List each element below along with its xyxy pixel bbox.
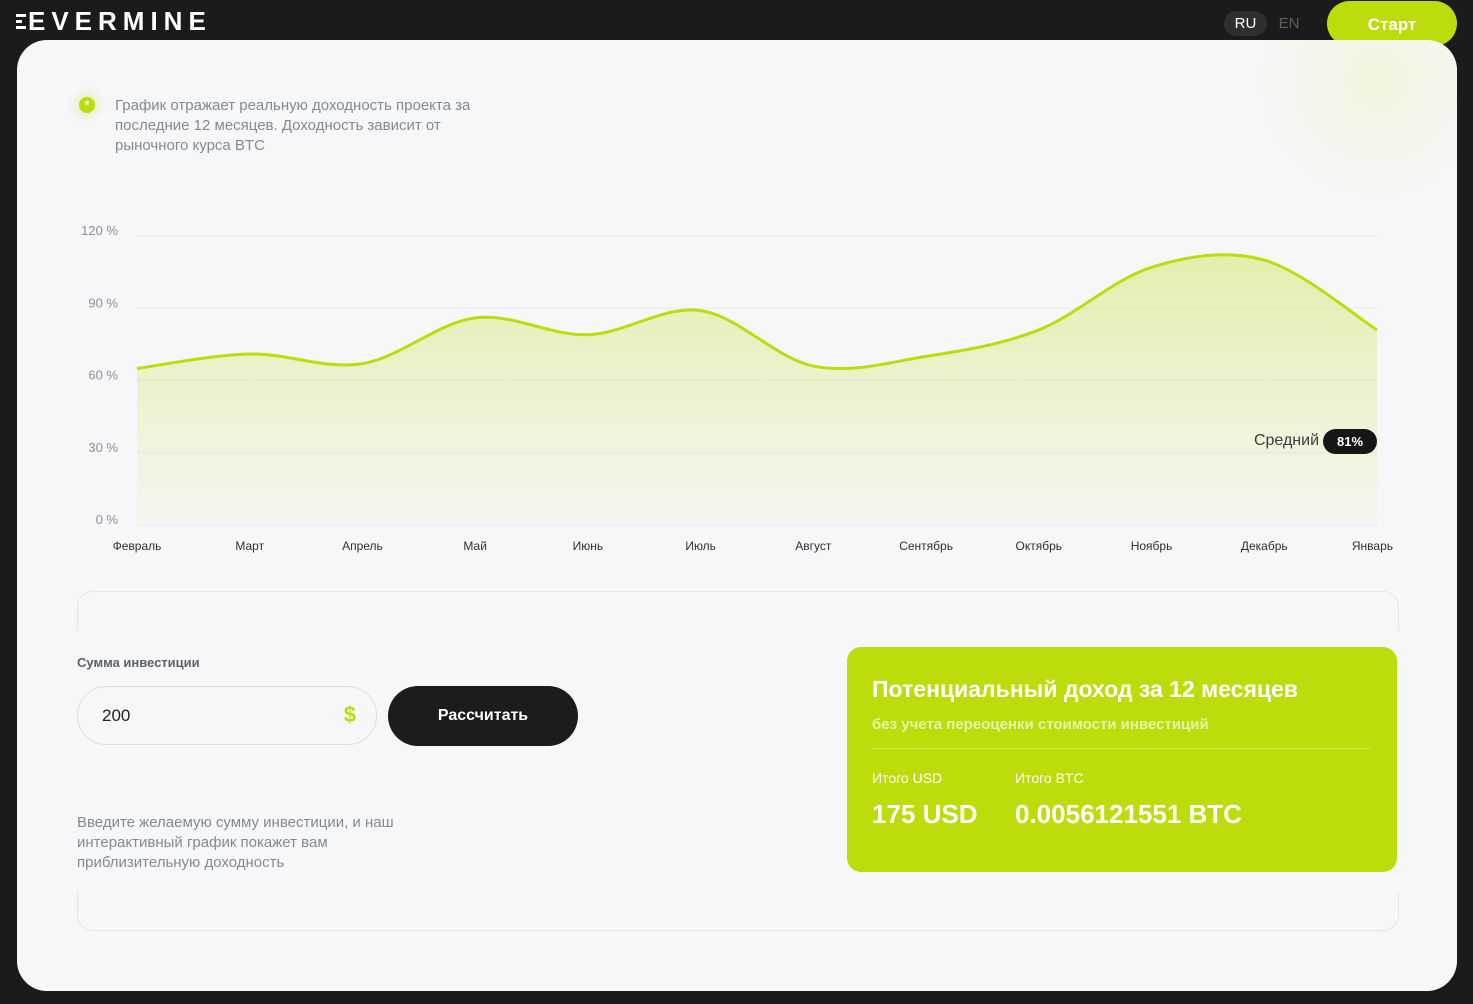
investment-input[interactable] bbox=[102, 687, 322, 744]
calculate-button[interactable]: Рассчитать bbox=[388, 686, 578, 746]
income-subtitle: без учета переоценки стоимости инвестици… bbox=[872, 716, 1209, 733]
data-point[interactable] bbox=[361, 362, 364, 365]
x-tick-label: Июль bbox=[685, 539, 716, 553]
y-tick-label: 120 % bbox=[81, 223, 118, 238]
x-tick-label: Декабрь bbox=[1241, 539, 1288, 553]
data-point[interactable] bbox=[812, 365, 815, 368]
logo-text: EVERMINE bbox=[28, 5, 212, 36]
main-card: * График отражает реальную доходность пр… bbox=[17, 40, 1457, 991]
data-point[interactable] bbox=[925, 355, 928, 358]
btc-total-value: 0.0056121551 BTC bbox=[1015, 799, 1242, 829]
logo[interactable]: EVERMINE bbox=[16, 6, 212, 36]
x-tick-label: Апрель bbox=[342, 539, 383, 553]
x-tick-label: Июнь bbox=[573, 539, 604, 553]
investment-input-wrap: $ bbox=[77, 686, 377, 745]
data-point[interactable] bbox=[699, 309, 702, 312]
x-tick-label: Март bbox=[235, 539, 264, 553]
income-panel: Потенциальный доход за 12 месяцев без уч… bbox=[847, 647, 1397, 872]
y-tick-label: 30 % bbox=[88, 440, 118, 455]
data-point[interactable] bbox=[1037, 328, 1040, 331]
y-tick-label: 90 % bbox=[88, 295, 118, 310]
average-label: Средний bbox=[1253, 432, 1319, 449]
x-tick-label: Ноябрь bbox=[1131, 539, 1173, 553]
y-tick-label: 60 % bbox=[88, 368, 118, 383]
yield-chart: 0 % 30 % 60 % 90 % 120 % Февраль Март Апрель Ма… bbox=[81, 223, 1393, 553]
calculator-help-text: Введите желаемую сумму инвестиции, и наш… bbox=[77, 814, 394, 871]
x-tick-label: Август bbox=[795, 539, 832, 553]
investment-label: Сумма инвестиции bbox=[77, 655, 200, 670]
data-point[interactable] bbox=[474, 316, 477, 319]
data-point[interactable] bbox=[1263, 259, 1266, 262]
data-point[interactable] bbox=[1150, 266, 1153, 269]
x-tick-label: Февраль bbox=[113, 539, 162, 553]
data-point[interactable] bbox=[248, 353, 251, 356]
x-tick-label: Сентябрь bbox=[899, 539, 953, 553]
series-area bbox=[137, 254, 1377, 526]
income-divider bbox=[872, 748, 1372, 749]
average-badge: 81% bbox=[1323, 429, 1377, 454]
data-point[interactable] bbox=[136, 367, 139, 370]
data-point[interactable] bbox=[586, 333, 589, 336]
dollar-icon: $ bbox=[343, 702, 356, 727]
usd-total-value: 175 USD bbox=[872, 799, 978, 829]
logo-mark-icon bbox=[16, 13, 26, 29]
income-title: Потенциальный доход за 12 месяцев bbox=[872, 676, 1298, 702]
btc-total-label: Итого BTC bbox=[1015, 770, 1084, 786]
lang-en-button[interactable]: EN bbox=[1273, 11, 1305, 36]
lang-ru-button[interactable]: RU bbox=[1224, 11, 1267, 36]
data-point[interactable] bbox=[1376, 328, 1379, 331]
x-tick-label: Январь bbox=[1352, 539, 1393, 553]
x-tick-label: Октябрь bbox=[1016, 539, 1063, 553]
usd-total-label: Итого USD bbox=[872, 770, 943, 786]
y-tick-label: 0 % bbox=[96, 512, 119, 527]
x-tick-label: Май bbox=[463, 539, 487, 553]
